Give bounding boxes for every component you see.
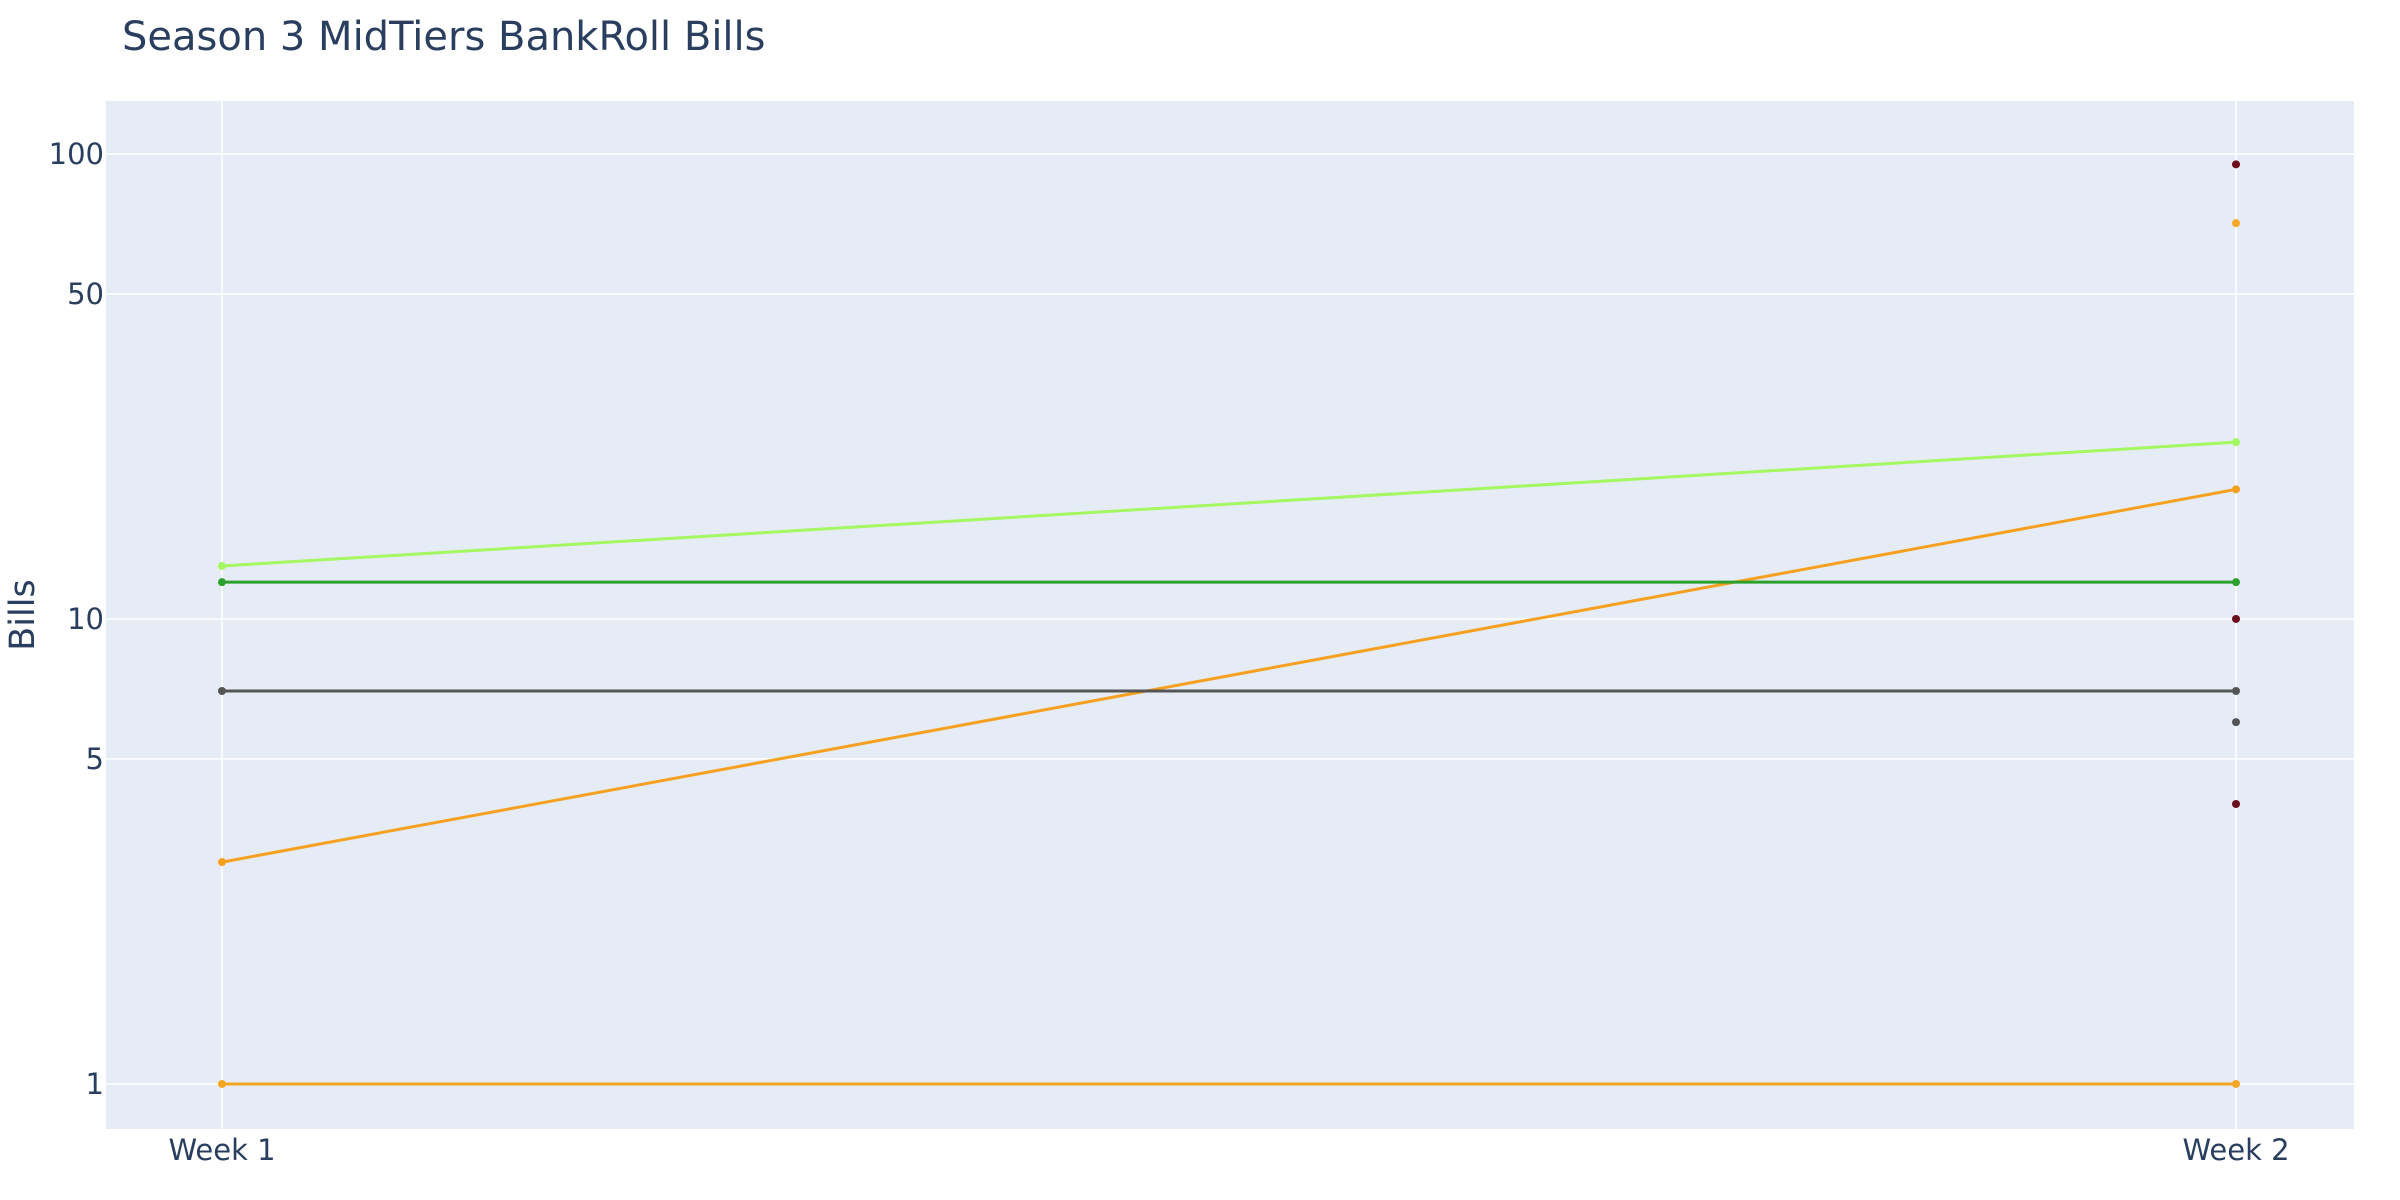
data-point [218, 578, 226, 587]
y-tick-label: 50 [67, 277, 104, 311]
data-point [218, 1079, 226, 1088]
y-tick-label: 5 [86, 742, 104, 776]
data-point [2232, 485, 2240, 494]
x-tick-labels: Week 1 Week 2 [168, 1133, 2289, 1167]
y-tick-labels: 1 5 10 50 100 [49, 137, 104, 1101]
x-tick-label: Week 1 [168, 1133, 275, 1167]
y-axis-title: Bills [3, 579, 43, 650]
data-point [2232, 799, 2240, 808]
data-point [2232, 438, 2240, 447]
data-point [2232, 160, 2240, 169]
chart: Season 3 MidTiers BankRoll Bills 1510501… [3, 14, 2354, 1167]
plot-area [106, 101, 2354, 1129]
data-point [218, 686, 226, 695]
data-point [218, 858, 226, 867]
data-point [2232, 718, 2240, 727]
data-point [2232, 1079, 2240, 1088]
data-point [2232, 578, 2240, 587]
data-point [218, 561, 226, 570]
data-point [2232, 686, 2240, 695]
y-tick-label: 10 [67, 602, 104, 636]
y-tick-label: 1 [86, 1067, 104, 1101]
data-point [2232, 219, 2240, 228]
x-tick-label: Week 2 [2182, 1133, 2289, 1167]
data-point [2232, 614, 2240, 623]
y-tick-label: 100 [49, 137, 104, 171]
chart-title: Season 3 MidTiers BankRoll Bills [122, 14, 766, 60]
